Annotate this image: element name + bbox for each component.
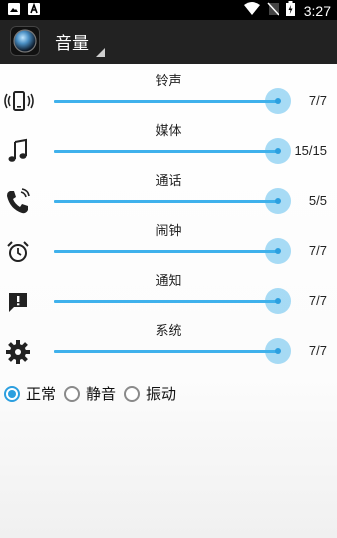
volume-label: 通知: [155, 274, 182, 289]
volume-slider-thumb[interactable]: [265, 188, 291, 214]
volume-slider-track[interactable]: [54, 350, 278, 353]
battery-charging-icon: [285, 1, 295, 20]
status-bar: 3:27: [0, 0, 337, 20]
dropdown-caret-icon[interactable]: [96, 48, 105, 57]
ringer-mode-label: 正常: [26, 385, 57, 403]
ringer-mode-label: 静音: [86, 385, 117, 403]
music-note-icon: [4, 138, 32, 166]
volume-row-call: 通话 5/5: [0, 170, 337, 220]
radio-silent[interactable]: [64, 385, 81, 402]
volume-slider-track[interactable]: [54, 150, 278, 153]
volume-label: 闹钟: [155, 224, 182, 239]
notification-icon: [4, 288, 32, 316]
gear-icon: [4, 338, 32, 366]
no-sim-icon: [267, 1, 280, 20]
font-icon: [28, 3, 40, 15]
ringer-mode-vibrate[interactable]: 振动: [124, 383, 176, 404]
phone-call-icon: [4, 188, 32, 216]
volume-slider-track[interactable]: [54, 300, 278, 303]
volume-slider-track[interactable]: [54, 200, 278, 203]
volume-row-alarm: 闹钟 7/7: [0, 220, 337, 270]
status-time: 3:27: [303, 2, 331, 19]
volume-slider-thumb[interactable]: [265, 138, 291, 164]
volume-value: 7/7: [308, 243, 327, 258]
alarm-clock-icon: [4, 238, 32, 266]
volume-value: 5/5: [308, 193, 327, 208]
volume-label: 通话: [155, 174, 182, 189]
volume-label: 系统: [155, 324, 182, 339]
volume-value: 7/7: [308, 343, 327, 358]
action-bar: 音量: [0, 20, 337, 64]
ringer-mode-label: 振动: [146, 385, 177, 403]
radio-vibrate[interactable]: [124, 385, 141, 402]
volume-slider-thumb[interactable]: [265, 338, 291, 364]
page-title[interactable]: 音量: [55, 29, 89, 54]
ringer-mode-group: 正常 静音 振动: [4, 383, 184, 404]
volume-value: 7/7: [308, 93, 327, 108]
volume-slider-track[interactable]: [54, 100, 278, 103]
volume-value: 15/15: [294, 143, 327, 158]
image-icon: [8, 3, 20, 15]
volume-row-media: 媒体 15/15: [0, 120, 337, 170]
radio-normal[interactable]: [4, 385, 20, 402]
volume-row-system: 系统 7/7: [0, 320, 337, 370]
ringer-mode-silent[interactable]: 静音: [64, 383, 116, 404]
volume-row-notification: 通知 7/7: [0, 270, 337, 320]
volume-label: 铃声: [155, 74, 182, 89]
ringer-mode-normal[interactable]: 正常: [4, 383, 56, 404]
volume-slider-thumb[interactable]: [265, 88, 291, 114]
app-logo-icon[interactable]: [10, 26, 40, 56]
volume-slider-thumb[interactable]: [265, 288, 291, 314]
wifi-icon: [243, 1, 260, 20]
volume-value: 7/7: [308, 293, 327, 308]
volume-label: 媒体: [155, 124, 182, 139]
volume-row-ringtone: 铃声 7/7: [0, 70, 337, 120]
phone-ring-icon: [4, 88, 34, 116]
volume-slider-track[interactable]: [54, 250, 278, 253]
volume-slider-thumb[interactable]: [265, 238, 291, 264]
